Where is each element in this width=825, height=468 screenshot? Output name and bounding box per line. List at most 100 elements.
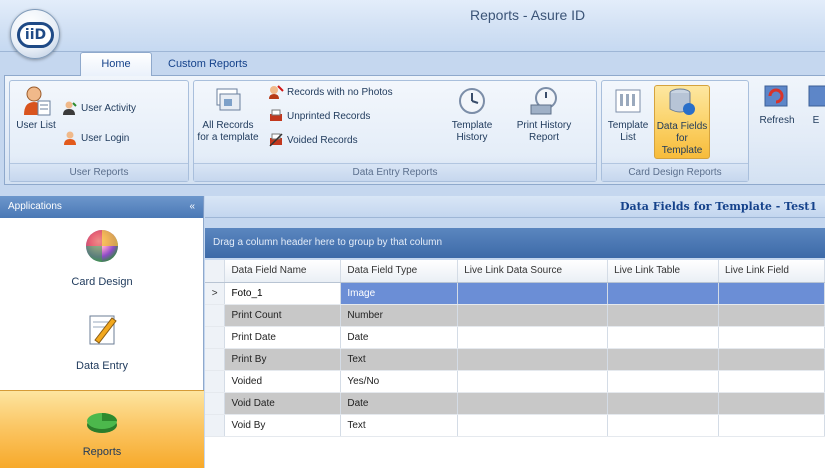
tab-home[interactable]: Home bbox=[80, 52, 152, 76]
cell-field-type[interactable]: Date bbox=[340, 392, 459, 415]
cell-live-link-data-source[interactable] bbox=[457, 392, 609, 415]
template-history-button[interactable]: Template History bbox=[444, 85, 500, 144]
pencil-note-icon bbox=[89, 315, 117, 345]
group-label-user-reports: User Reports bbox=[10, 163, 188, 181]
group-by-panel[interactable]: Drag a column header here to group by th… bbox=[205, 228, 825, 258]
cell-live-link-table[interactable] bbox=[607, 348, 720, 371]
column-header-data-field-type[interactable]: Data Field Type bbox=[340, 260, 459, 283]
row-selector[interactable] bbox=[205, 326, 226, 349]
application-menu-button[interactable]: iiD bbox=[10, 9, 60, 59]
nav-item-data-entry[interactable]: Data Entry bbox=[0, 302, 204, 382]
cell-field-name[interactable]: Print Date bbox=[224, 326, 342, 349]
cell-live-link-table[interactable] bbox=[607, 326, 720, 349]
nav-header[interactable]: Applications « bbox=[0, 196, 204, 218]
collapse-chevron-icon[interactable]: « bbox=[189, 196, 195, 218]
nav-item-card-design[interactable]: Card Design bbox=[0, 218, 204, 298]
user-activity-icon bbox=[63, 101, 77, 116]
current-row-indicator: > bbox=[205, 282, 226, 305]
group-label-card-design-reports: Card Design Reports bbox=[602, 163, 748, 181]
cell-live-link-field[interactable] bbox=[718, 414, 825, 437]
cell-live-link-table[interactable] bbox=[607, 414, 720, 437]
cell-live-link-field[interactable] bbox=[718, 370, 825, 393]
cell-live-link-table[interactable] bbox=[607, 282, 720, 305]
column-header-live-link-table[interactable]: Live Link Table bbox=[607, 260, 720, 283]
export-button[interactable]: E bbox=[805, 80, 825, 127]
row-selector[interactable] bbox=[205, 392, 226, 415]
table-row[interactable]: Voided Yes/No bbox=[205, 370, 825, 393]
voided-records-label: Voided Records bbox=[287, 135, 358, 146]
user-list-icon bbox=[24, 86, 51, 116]
nav-item-card-design-label: Card Design bbox=[71, 276, 133, 288]
tab-custom-reports[interactable]: Custom Reports bbox=[168, 52, 247, 76]
cell-field-type[interactable]: Date bbox=[340, 326, 459, 349]
cell-live-link-field[interactable] bbox=[718, 282, 825, 305]
all-records-label: All Records for a template bbox=[197, 120, 259, 143]
cell-live-link-table[interactable] bbox=[607, 370, 720, 393]
cell-field-name[interactable]: Void By bbox=[224, 414, 342, 437]
cell-live-link-field[interactable] bbox=[718, 392, 825, 415]
table-row[interactable]: > Foto_1 Image bbox=[205, 282, 825, 305]
nav-item-reports[interactable]: Reports bbox=[0, 390, 204, 468]
pie-chart-icon bbox=[87, 413, 117, 433]
cell-live-link-data-source[interactable] bbox=[457, 326, 609, 349]
refresh-label: Refresh bbox=[759, 115, 795, 126]
data-fields-for-template-label: Data Fields for Template bbox=[656, 121, 708, 156]
row-selector[interactable] bbox=[205, 414, 226, 437]
app-logo: iiD bbox=[17, 22, 54, 48]
table-row[interactable]: Void Date Date bbox=[205, 392, 825, 415]
table-row[interactable]: Print Date Date bbox=[205, 326, 825, 349]
unprinted-records-label: Unprinted Records bbox=[287, 111, 371, 122]
user-list-button[interactable]: User List bbox=[14, 85, 58, 132]
template-list-label: Template List bbox=[607, 120, 649, 143]
column-header-live-link-data-source[interactable]: Live Link Data Source bbox=[457, 260, 609, 283]
cell-field-name[interactable]: Voided bbox=[224, 370, 342, 393]
nav-item-data-entry-label: Data Entry bbox=[76, 360, 128, 372]
row-selector[interactable] bbox=[205, 370, 226, 393]
cell-live-link-data-source[interactable] bbox=[457, 370, 609, 393]
records-no-photos-button[interactable]: Records with no Photos bbox=[268, 83, 393, 103]
records-no-photos-label: Records with no Photos bbox=[287, 87, 393, 98]
table-header-row: Data Field Name Data Field Type Live Lin… bbox=[205, 260, 825, 283]
cell-live-link-data-source[interactable] bbox=[457, 348, 609, 371]
print-history-button[interactable]: Print History Report bbox=[512, 85, 576, 144]
user-activity-button[interactable]: User Activity bbox=[62, 99, 136, 119]
column-header-live-link-field[interactable]: Live Link Field bbox=[718, 260, 825, 283]
page-title: Data Fields for Template - Test1 bbox=[620, 200, 817, 213]
cell-field-type[interactable]: Text bbox=[340, 414, 459, 437]
cell-field-type[interactable]: Text bbox=[340, 348, 459, 371]
user-login-button[interactable]: User Login bbox=[62, 129, 129, 149]
cell-live-link-field[interactable] bbox=[718, 348, 825, 371]
nav-header-label: Applications bbox=[8, 201, 62, 212]
cell-field-name[interactable]: Print Count bbox=[224, 304, 342, 327]
refresh-icon bbox=[764, 85, 788, 107]
cell-field-type[interactable]: Yes/No bbox=[340, 370, 459, 393]
data-fields-for-template-button[interactable]: Data Fields for Template bbox=[654, 85, 710, 159]
cell-live-link-field[interactable] bbox=[718, 326, 825, 349]
nav-panel: Card Design Data Entry Reports bbox=[0, 218, 204, 468]
row-selector[interactable] bbox=[205, 348, 226, 371]
table-row[interactable]: Print By Text bbox=[205, 348, 825, 371]
cell-field-name[interactable]: Print By bbox=[224, 348, 342, 371]
cell-live-link-data-source[interactable] bbox=[457, 414, 609, 437]
column-header-data-field-name[interactable]: Data Field Name bbox=[224, 260, 342, 283]
cell-field-type[interactable]: Image bbox=[340, 282, 459, 305]
table-row[interactable]: Print Count Number bbox=[205, 304, 825, 327]
cell-live-link-table[interactable] bbox=[607, 304, 720, 327]
print-history-label: Print History Report bbox=[516, 120, 572, 143]
voided-records-button[interactable]: Voided Records bbox=[268, 131, 358, 151]
cell-live-link-data-source[interactable] bbox=[457, 282, 609, 305]
template-list-button[interactable]: Template List bbox=[606, 85, 650, 144]
cell-live-link-table[interactable] bbox=[607, 392, 720, 415]
user-login-label: User Login bbox=[81, 133, 130, 144]
cell-field-name[interactable]: Foto_1 bbox=[224, 282, 342, 305]
table-row[interactable]: Void By Text bbox=[205, 414, 825, 437]
row-selector[interactable] bbox=[205, 304, 226, 327]
refresh-button[interactable]: Refresh bbox=[755, 80, 799, 127]
all-records-button[interactable]: All Records for a template bbox=[196, 85, 260, 144]
cell-field-type[interactable]: Number bbox=[340, 304, 459, 327]
unprinted-records-button[interactable]: Unprinted Records bbox=[268, 107, 370, 127]
cell-live-link-data-source[interactable] bbox=[457, 304, 609, 327]
window-title: Reports - Asure ID bbox=[470, 7, 586, 23]
cell-live-link-field[interactable] bbox=[718, 304, 825, 327]
cell-field-name[interactable]: Void Date bbox=[224, 392, 342, 415]
